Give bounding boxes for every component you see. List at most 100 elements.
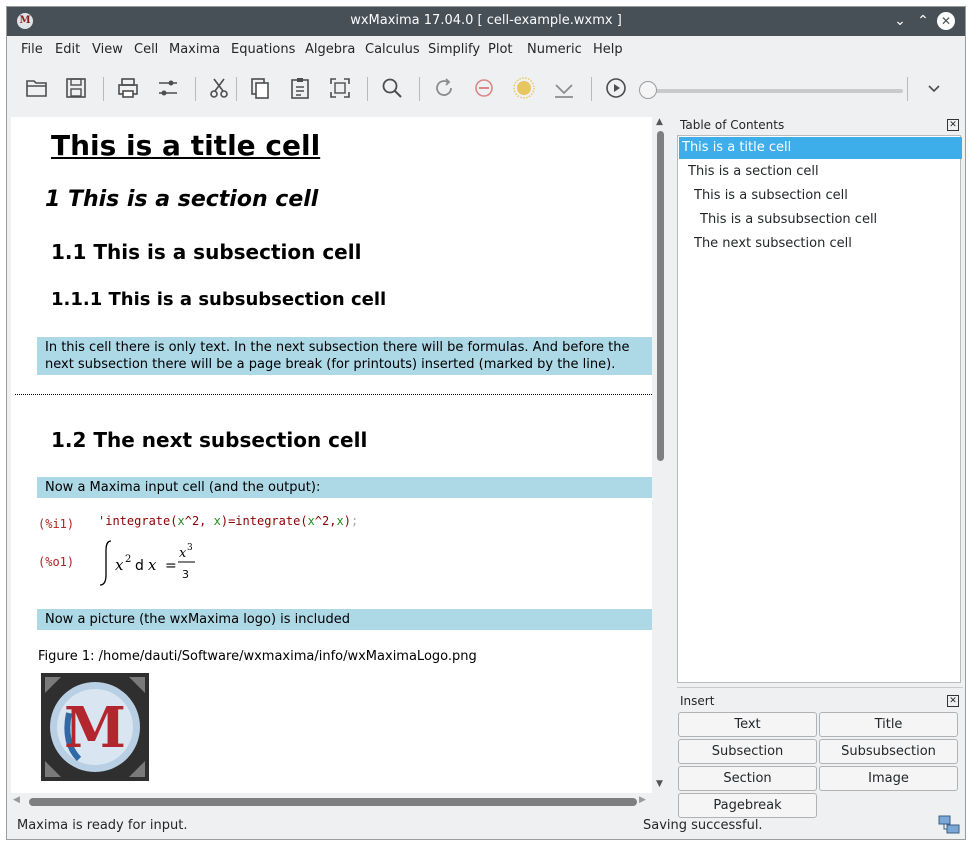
find-icon[interactable]: [377, 73, 407, 103]
minimize-button[interactable]: ⌄: [891, 12, 909, 30]
subsection-cell[interactable]: 1.1 This is a subsection cell: [51, 240, 361, 264]
toc-item[interactable]: This is a title cell: [679, 137, 962, 159]
svg-text:M: M: [64, 695, 126, 761]
wxmaxima-logo-icon: M: [41, 673, 149, 781]
insert-title-button[interactable]: Title: [819, 712, 958, 737]
interrupt-icon[interactable]: [469, 73, 499, 103]
figure-caption: Figure 1: /home/dauti/Software/wxmaxima/…: [38, 649, 477, 664]
svg-text:d: d: [135, 558, 144, 574]
toolbar-separator: [103, 77, 104, 101]
svg-text:x: x: [115, 556, 124, 574]
toc-item[interactable]: The next subsection cell: [679, 233, 974, 255]
toc-list[interactable]: This is a title cell This is a section c…: [677, 135, 962, 683]
menu-view[interactable]: View: [92, 42, 123, 57]
print-icon[interactable]: [113, 73, 143, 103]
scroll-right-icon[interactable]: ▶: [639, 795, 646, 805]
text-line: In this cell there is only text. In the …: [45, 340, 630, 355]
menu-file[interactable]: File: [21, 42, 43, 57]
svg-text:x: x: [148, 556, 157, 574]
toc-panel-title: Table of Contents ✕: [677, 116, 963, 134]
input-label: (%i1): [38, 517, 75, 531]
toolbar-separator: [907, 77, 908, 101]
dock-splitter[interactable]: [677, 687, 963, 690]
svg-text:x: x: [179, 546, 187, 561]
scroll-left-icon[interactable]: ◀: [13, 795, 20, 805]
restart-icon[interactable]: [429, 73, 459, 103]
scroll-up-icon[interactable]: ▲: [656, 117, 663, 127]
select-all-icon[interactable]: [325, 73, 355, 103]
section-cell[interactable]: 1 This is a section cell: [45, 187, 318, 212]
window-title: wxMaxima 17.04.0 [ cell-example.wxmx ]: [350, 13, 622, 28]
save-icon[interactable]: [61, 73, 91, 103]
worksheet-vertical-scrollbar[interactable]: ▲ ▼: [654, 117, 668, 793]
menu-simplify[interactable]: Simplify: [428, 42, 480, 57]
worksheet[interactable]: This is a title cell 1 This is a section…: [11, 117, 652, 793]
output-label: (%o1): [38, 555, 75, 569]
close-icon[interactable]: ✕: [947, 119, 959, 131]
svg-text:3: 3: [187, 543, 193, 553]
svg-text:2: 2: [125, 554, 131, 565]
menu-plot[interactable]: Plot: [488, 42, 513, 57]
insert-image-button[interactable]: Image: [819, 766, 958, 791]
text-cell[interactable]: In this cell there is only text. In the …: [37, 337, 652, 375]
insert-text-button[interactable]: Text: [678, 712, 817, 737]
settings-sliders-icon[interactable]: [153, 73, 183, 103]
insert-subsubsection-button[interactable]: Subsubsection: [819, 739, 958, 764]
close-button[interactable]: ✕: [937, 12, 955, 30]
menu-edit[interactable]: Edit: [55, 42, 80, 57]
title-bar[interactable]: M wxMaxima 17.04.0 [ cell-example.wxmx ]…: [7, 7, 965, 36]
copy-icon[interactable]: [245, 73, 275, 103]
toolbar-separator: [195, 77, 196, 101]
integral-output: x 2 d x = x 3 3: [99, 540, 195, 586]
input-cell[interactable]: 'integrate(x^2, x)=integrate(x^2,x);: [98, 514, 358, 528]
maximize-button[interactable]: ⌃: [914, 12, 932, 30]
insert-section-button[interactable]: Section: [678, 766, 817, 791]
insert-panel-title: Insert ✕: [677, 692, 963, 710]
page-break-line: [15, 394, 652, 395]
overflow-chevron-icon[interactable]: [919, 73, 949, 103]
menu-help[interactable]: Help: [593, 42, 623, 57]
subsubsection-cell[interactable]: 1.1.1 This is a subsubsection cell: [51, 289, 386, 310]
toc-title-label: Table of Contents: [680, 118, 785, 132]
animation-slider-track[interactable]: [647, 89, 903, 93]
toc-item[interactable]: This is a subsubsection cell: [679, 209, 978, 231]
title-cell[interactable]: This is a title cell: [51, 129, 320, 162]
menu-equations[interactable]: Equations: [231, 42, 295, 57]
subsection-cell[interactable]: 1.2 The next subsection cell: [51, 428, 367, 452]
paste-icon[interactable]: [285, 73, 315, 103]
insert-title-label: Insert: [680, 694, 715, 708]
menu-cell[interactable]: Cell: [134, 42, 158, 57]
menu-bar: File Edit View Cell Maxima Equations Alg…: [7, 36, 965, 62]
toolbar-separator: [367, 77, 368, 101]
toc-item[interactable]: This is a section cell: [679, 161, 968, 183]
worksheet-horizontal-scrollbar[interactable]: ◀ ▶: [11, 795, 652, 809]
toolbar-separator: [591, 77, 592, 101]
svg-text:=: =: [165, 558, 177, 574]
cut-icon[interactable]: [204, 73, 234, 103]
menu-maxima[interactable]: Maxima: [169, 42, 220, 57]
app-window: M wxMaxima 17.04.0 [ cell-example.wxmx ]…: [6, 6, 966, 840]
animation-slider-handle[interactable]: [639, 81, 657, 99]
status-right: Saving successful.: [643, 818, 763, 833]
status-left: Maxima is ready for input.: [17, 818, 188, 833]
wxmaxima-logo-image[interactable]: M: [41, 673, 149, 781]
vertical-scroll-thumb[interactable]: [657, 131, 664, 461]
toolbar-separator: [236, 77, 237, 101]
horizontal-scroll-thumb[interactable]: [29, 798, 637, 806]
text-line: next subsection there will be a page bre…: [45, 357, 616, 372]
scroll-down-icon[interactable]: ▼: [656, 779, 663, 789]
close-icon[interactable]: ✕: [947, 695, 959, 707]
menu-calculus[interactable]: Calculus: [365, 42, 420, 57]
insert-subsection-button[interactable]: Subsection: [678, 739, 817, 764]
follow-icon[interactable]: [509, 73, 539, 103]
text-cell[interactable]: Now a picture (the wxMaxima logo) is inc…: [37, 609, 652, 630]
toc-item[interactable]: This is a subsection cell: [679, 185, 974, 207]
open-folder-icon[interactable]: [22, 73, 52, 103]
status-bar: Maxima is ready for input. Saving succes…: [7, 813, 965, 839]
text-cell[interactable]: Now a Maxima input cell (and the output)…: [37, 477, 652, 498]
menu-numeric[interactable]: Numeric: [527, 42, 582, 57]
play-icon[interactable]: [601, 73, 631, 103]
network-status-icon: [938, 815, 960, 834]
evaluate-all-icon[interactable]: [549, 73, 579, 103]
menu-algebra[interactable]: Algebra: [305, 42, 355, 57]
